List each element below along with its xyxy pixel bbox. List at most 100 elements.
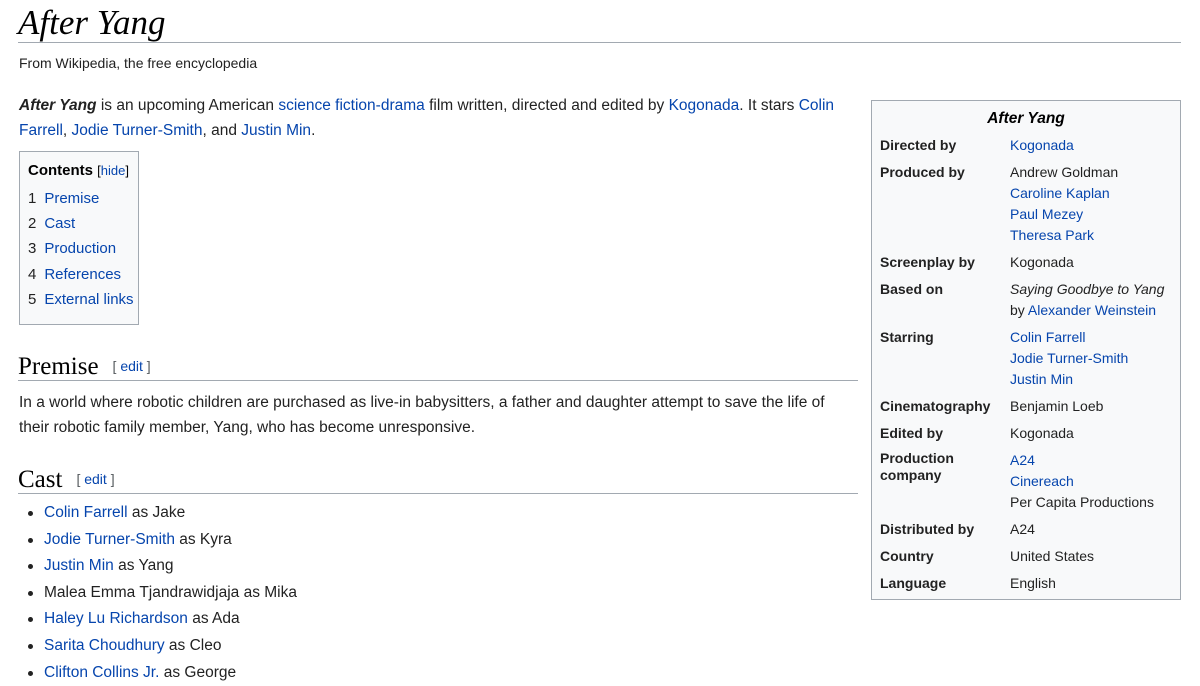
cast-actor-link[interactable]: Sarita Choudhury <box>44 637 165 654</box>
cast-role: as Kyra <box>174 530 232 548</box>
link-director[interactable]: Kogonada <box>669 97 740 114</box>
link-genre[interactable]: science fiction-drama <box>278 97 424 114</box>
cast-actor-link[interactable]: Colin Farrell <box>44 504 128 521</box>
infobox-value: Kogonada <box>1010 425 1074 441</box>
site-tagline: From Wikipedia, the free encyclopedia <box>19 55 258 71</box>
section-title: Premise <box>18 353 99 380</box>
cast-item: Haley Lu Richardson as Ada <box>19 606 297 633</box>
infobox-label: Edited by <box>880 425 944 441</box>
cast-actor-link[interactable]: Clifton Collins Jr. <box>44 664 159 681</box>
infobox-row-country: Country United States <box>880 546 1174 573</box>
starring-link[interactable]: Colin Farrell <box>1010 329 1085 345</box>
infobox-row-directed-by: Directed by Kogonada <box>880 135 1174 162</box>
infobox-link-director[interactable]: Kogonada <box>1010 137 1074 153</box>
edit-bracket: ] <box>106 471 115 487</box>
lead-text: , and <box>202 122 242 139</box>
section-divider <box>18 380 858 381</box>
cast-actor-link[interactable]: Jodie Turner-Smith <box>44 531 175 548</box>
toc-item-premise[interactable]: 1 Premise <box>28 186 130 211</box>
toc-list: 1 Premise 2 Cast 3 Production 4 References 5… <box>28 186 134 312</box>
title-divider <box>18 42 1181 43</box>
table-of-contents: Contents [hide] 1 Premise 2 Cast 3 Producti… <box>19 151 139 325</box>
infobox-label: Country <box>880 548 934 564</box>
link-star-justin-min[interactable]: Justin Min <box>241 122 311 139</box>
based-on-author-link[interactable]: Alexander Weinstein <box>1028 302 1156 318</box>
cast-item: Sarita Choudhury as Cleo <box>19 633 297 660</box>
cast-role: as Yang <box>113 557 174 575</box>
infobox-label: Production company <box>880 450 1010 519</box>
bullet-icon <box>28 537 33 543</box>
toc-hide-bracket: ] <box>125 163 129 178</box>
toc-item-references[interactable]: 4 References <box>28 262 130 287</box>
cast-role: as Cleo <box>164 636 222 654</box>
section-heading-premise: Premise [ edit ] <box>18 351 858 382</box>
infobox-value: A24 <box>1010 521 1035 537</box>
toc-link[interactable]: External links <box>44 291 133 308</box>
infobox-value: Kogonada <box>1010 135 1174 162</box>
section-heading-cast: Cast [ edit ] <box>18 464 858 495</box>
edit-section-premise: [ edit ] <box>113 358 151 374</box>
toc-heading: Contents <box>28 162 93 179</box>
infobox-title: After Yang <box>987 110 1065 127</box>
producer-link[interactable]: Caroline Kaplan <box>1010 185 1110 201</box>
toc-item-production[interactable]: 3 Production <box>28 236 130 261</box>
lead-text: is an upcoming American <box>96 97 279 114</box>
infobox-value: Andrew Goldman Caroline Kaplan Paul Meze… <box>1010 162 1174 252</box>
cast-actor-link[interactable]: Haley Lu Richardson <box>44 610 188 627</box>
bullet-icon <box>28 670 33 676</box>
toc-number: 5 <box>28 290 37 308</box>
infobox-row-language: Language English <box>880 573 1174 600</box>
cast-role: as Jake <box>127 504 186 521</box>
lead-title-bold: After Yang <box>19 97 97 114</box>
producer-link[interactable]: Theresa Park <box>1010 227 1094 243</box>
cast-item: Justin Min as Yang <box>19 553 297 580</box>
cast-role: as Mika <box>239 583 297 601</box>
lead-text: , <box>62 122 72 139</box>
edit-link[interactable]: edit <box>120 358 143 374</box>
infobox-row-based-on: Based on Saying Goodbye to Yang by Alexa… <box>880 279 1174 327</box>
production-company-link[interactable]: Cinereach <box>1010 473 1074 489</box>
toc-link[interactable]: References <box>44 266 121 283</box>
starring-link[interactable]: Jodie Turner-Smith <box>1010 350 1128 366</box>
infobox-label-text: Production company <box>880 450 954 483</box>
cast-actor-link[interactable]: Justin Min <box>44 557 114 574</box>
infobox: After Yang Directed by Kogonada Produced… <box>871 100 1181 600</box>
lead-paragraph: After Yang is an upcoming American scien… <box>19 93 857 143</box>
cast-role: as Ada <box>187 610 240 628</box>
toc-hide-link[interactable]: hide <box>101 163 126 178</box>
toc-link[interactable]: Cast <box>44 215 75 232</box>
section-title: Cast <box>18 466 63 493</box>
edit-link[interactable]: edit <box>84 471 107 487</box>
infobox-value: Colin Farrell Jodie Turner-Smith Justin … <box>1010 327 1174 396</box>
infobox-value: Benjamin Loeb <box>1010 398 1104 414</box>
toc-link[interactable]: Premise <box>44 190 99 207</box>
starring-link[interactable]: Justin Min <box>1010 371 1073 387</box>
production-company-name: Per Capita Productions <box>1010 494 1154 510</box>
edit-section-cast: [ edit ] <box>76 471 114 487</box>
bullet-icon <box>28 511 33 516</box>
page-title: After Yang <box>18 3 166 42</box>
infobox-label: Produced by <box>880 164 965 180</box>
infobox-value: English <box>1010 575 1056 591</box>
production-company-link[interactable]: A24 <box>1010 452 1035 468</box>
bullet-icon <box>28 643 33 649</box>
producer-link[interactable]: Paul Mezey <box>1010 206 1083 222</box>
infobox-label: Distributed by <box>880 521 975 537</box>
infobox-value: Saying Goodbye to Yang by Alexander Wein… <box>1010 279 1174 327</box>
toc-link[interactable]: Production <box>44 240 116 257</box>
infobox-value: Kogonada <box>1010 254 1074 270</box>
producer-name: Andrew Goldman <box>1010 164 1119 180</box>
infobox-table: Directed by Kogonada Produced by Andrew … <box>880 135 1174 600</box>
infobox-value: A24 Cinereach Per Capita Productions <box>1010 450 1174 519</box>
infobox-label: Language <box>880 575 947 591</box>
toc-item-cast[interactable]: 2 Cast <box>28 211 130 236</box>
bullet-icon <box>28 564 33 570</box>
toc-item-external-links[interactable]: 5 External links <box>28 287 134 312</box>
toc-header: Contents [hide] <box>28 160 130 182</box>
infobox-label: Screenplay by <box>880 254 975 270</box>
link-star-jodie-turner-smith[interactable]: Jodie Turner-Smith <box>72 122 203 139</box>
toc-number: 4 <box>28 265 37 283</box>
infobox-label: Starring <box>880 329 934 345</box>
infobox-row-production-company: Production company A24 Cinereach Per Cap… <box>880 450 1174 519</box>
infobox-label: Based on <box>880 281 944 297</box>
